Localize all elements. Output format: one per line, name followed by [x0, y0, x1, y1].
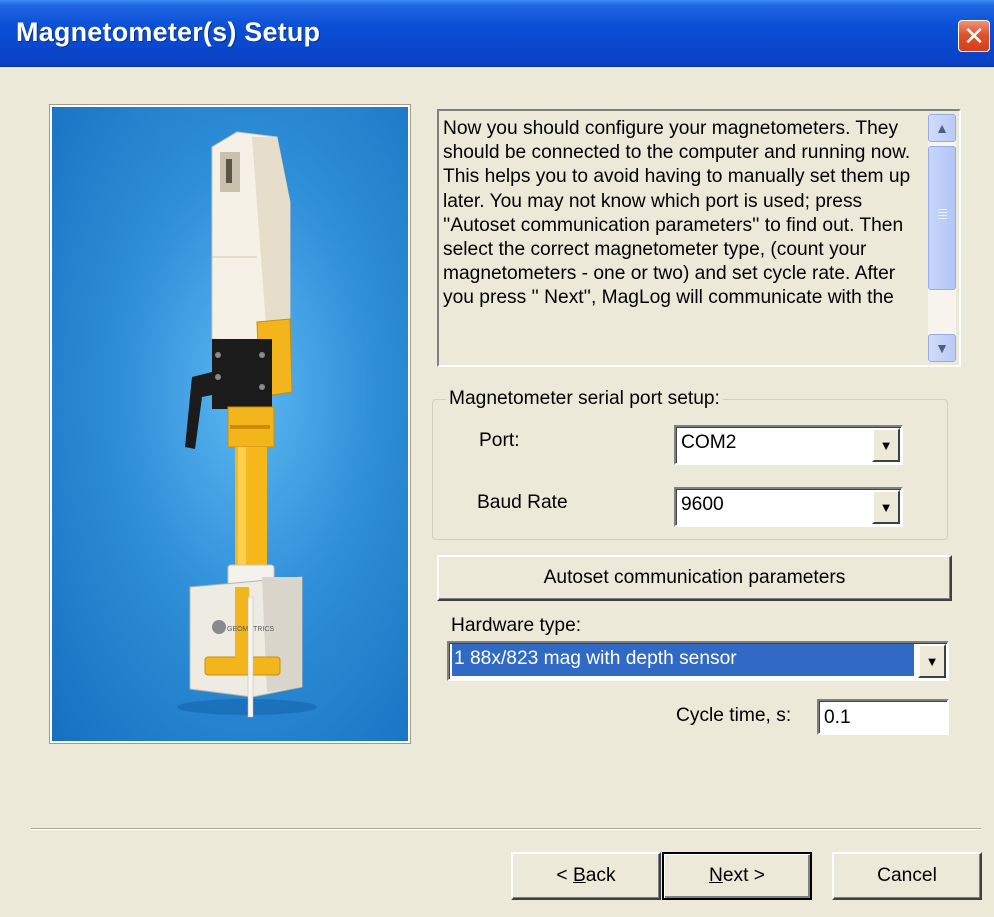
- chevron-down-icon: ▼: [879, 499, 893, 515]
- back-prefix: <: [556, 865, 573, 886]
- back-button[interactable]: < Back: [511, 852, 661, 900]
- autoset-button[interactable]: Autoset communication parameters: [437, 555, 952, 601]
- chevron-down-icon: ▼: [925, 653, 939, 669]
- grip-icon: [938, 209, 947, 210]
- scroll-thumb[interactable]: [928, 146, 956, 290]
- hardware-type-label: Hardware type:: [451, 615, 582, 636]
- description-box[interactable]: Now you should configure your magnetomet…: [437, 109, 961, 367]
- close-button[interactable]: ✕: [958, 20, 990, 52]
- port-select[interactable]: COM2 ▼: [674, 425, 903, 465]
- setup-dialog: Magnetometer(s) Setup ✕ Now you should c…: [0, 0, 994, 917]
- magnetometer-illustration: GEOMETRICS: [177, 131, 317, 718]
- back-accelerator: B: [572, 865, 586, 886]
- window-title: Magnetometer(s) Setup: [16, 17, 321, 47]
- next-button[interactable]: Next >: [662, 852, 812, 900]
- footer-separator: [31, 828, 981, 830]
- cancel-button[interactable]: Cancel: [832, 852, 982, 900]
- vertical-scrollbar[interactable]: ▲ ▼: [928, 114, 956, 362]
- next-label-rest: ext >: [722, 865, 765, 886]
- magnetometer-photo: GEOMETRICS: [49, 104, 411, 744]
- chevron-down-icon: ▼: [879, 437, 893, 453]
- hardware-type-select[interactable]: 1 88x/823 mag with depth sensor ▼: [447, 641, 949, 681]
- chevron-down-icon: ▼: [935, 340, 949, 356]
- port-value: COM2: [681, 432, 737, 453]
- description-text: Now you should configure your magnetomet…: [443, 118, 911, 309]
- serial-port-legend: Magnetometer serial port setup:: [446, 388, 723, 410]
- cycle-time-label: Cycle time, s:: [676, 705, 792, 726]
- hardware-type-value: 1 88x/823 mag with depth sensor: [452, 644, 914, 676]
- baud-rate-select[interactable]: 9600 ▼: [674, 487, 903, 527]
- scroll-down-button[interactable]: ▼: [928, 334, 956, 362]
- scroll-up-button[interactable]: ▲: [928, 114, 956, 142]
- hardware-type-dropdown-button[interactable]: ▼: [918, 644, 946, 678]
- port-dropdown-button[interactable]: ▼: [872, 428, 900, 462]
- close-icon: ✕: [963, 21, 985, 51]
- back-label-rest: ack: [585, 865, 616, 886]
- title-bar[interactable]: Magnetometer(s) Setup ✕: [0, 0, 994, 67]
- baud-rate-label: Baud Rate: [477, 492, 568, 513]
- cycle-time-input[interactable]: 0.1: [817, 699, 949, 735]
- baud-rate-value: 9600: [681, 494, 724, 515]
- next-accelerator: N: [709, 865, 723, 886]
- chevron-up-icon: ▲: [935, 120, 949, 136]
- port-label: Port:: [479, 430, 520, 451]
- baud-rate-dropdown-button[interactable]: ▼: [872, 490, 900, 524]
